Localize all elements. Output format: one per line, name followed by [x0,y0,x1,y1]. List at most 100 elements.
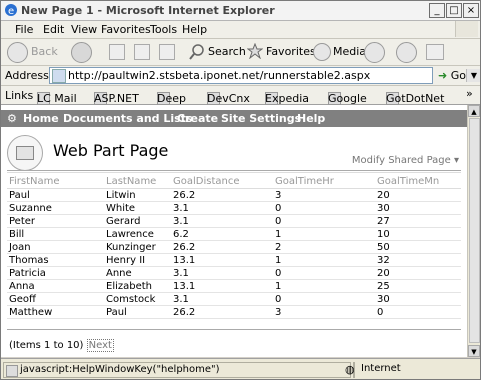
table-cell: 30 [377,293,390,305]
status-text-panel: javascript:HelpWindowKey("helphome") [3,362,351,378]
back-arrow-icon [7,42,28,63]
table-cell: 3.1 [173,202,189,214]
runners-table: FirstName LastName GoalDistance GoalTime… [7,175,461,319]
menu-bar: File Edit View Favorites Tools Help [1,21,480,39]
menu-tools[interactable]: Tools [150,23,177,36]
favorites-button[interactable]: Favorites [247,41,316,62]
minimize-button[interactable]: _ [429,3,445,18]
nav-help[interactable]: Help [297,112,325,125]
security-zone: Internet [361,363,401,374]
table-cell: 3.1 [173,293,189,305]
menu-edit[interactable]: Edit [43,23,64,36]
page-status-icon [6,365,18,377]
table-row: Thomas Henry II 13.1 1 32 [7,254,461,267]
table-cell: 0 [275,202,282,214]
column-header: GoalTimeMn [375,175,461,189]
table-cell: Comstock [106,293,156,305]
table-row: Anna Elizabeth 13.1 1 25 [7,280,461,293]
media-icon [313,43,331,61]
table-cell: Paul [9,189,30,201]
menu-favorites[interactable]: Favorites [101,23,151,36]
next-link[interactable]: Next [86,339,114,352]
address-bar: Address http://paultwin2.stsbeta.iponet.… [1,66,480,86]
history-icon[interactable] [364,42,385,63]
table-cell: 2 [275,241,282,253]
svg-text:e: e [8,6,14,17]
column-header: GoalDistance [171,175,273,189]
table-cell: 1 [275,228,282,240]
table-row: Paul Litwin 26.2 3 20 [7,189,461,202]
maximize-button[interactable]: □ [446,3,462,18]
scroll-up-icon[interactable]: ▲ [468,105,480,117]
search-button[interactable]: Search [189,41,246,62]
media-button[interactable]: Media [313,41,366,62]
table-cell: 10 [377,228,390,240]
menu-file[interactable]: File [15,23,33,36]
nav-home[interactable]: Home [23,112,59,125]
table-cell: Gerard [106,215,141,227]
ie-icon: e [5,4,17,17]
home-icon[interactable] [159,44,175,60]
close-button[interactable]: × [463,3,479,18]
chevron-down-icon: ▾ [453,155,459,166]
address-label: Address [5,69,49,82]
go-button[interactable]: ➜ Go [438,69,466,82]
modify-shared-page-menu[interactable]: Modify Shared Page ▾ [352,155,459,166]
table-cell: White [106,202,136,214]
scroll-thumb[interactable] [469,118,480,343]
back-button[interactable]: Back [7,41,67,63]
print-icon[interactable] [426,44,444,60]
table-row: Matthew Paul 26.2 3 0 [7,306,461,319]
table-cell: 1 [275,254,282,266]
sharepoint-logo-icon: ⚙ [7,112,17,125]
forward-button[interactable] [71,41,101,63]
table-row: Patricia Anne 3.1 0 20 [7,267,461,280]
links-overflow-icon[interactable]: » [466,87,473,100]
address-input[interactable]: http://paultwin2.stsbeta.iponet.net/runn… [49,67,480,84]
table-cell: Suzanne [9,202,52,214]
table-cell: 26.2 [173,189,196,201]
refresh-icon[interactable] [134,44,150,60]
table-cell: Paul [106,306,127,318]
menu-help[interactable]: Help [182,23,207,36]
web-part-page-icon [7,135,43,171]
browser-window: e New Page 1 - Microsoft Internet Explor… [0,0,481,380]
nav-create[interactable]: Create [177,112,218,125]
address-dropdown-icon[interactable]: ▼ [466,69,480,82]
window-title: New Page 1 - Microsoft Internet Explorer [21,4,275,17]
column-header: FirstName [7,175,104,189]
table-cell: 3 [275,189,282,201]
page-icon [52,69,66,83]
mail-icon[interactable] [396,42,417,63]
table-cell: 32 [377,254,390,266]
title-divider [7,170,461,171]
address-url: http://paultwin2.stsbeta.iponet.net/runn… [68,69,371,82]
scroll-down-icon[interactable]: ▼ [468,345,480,357]
table-cell: 26.2 [173,241,196,253]
status-bar: javascript:HelpWindowKey("helphome") ◍ I… [1,358,480,379]
forward-arrow-icon [71,42,92,63]
table-row: Joan Kunzinger 26.2 2 50 [7,241,461,254]
nav-documents-and-lists[interactable]: Documents and Lists [63,112,193,125]
table-cell: Henry II [106,254,146,266]
table-cell: 3.1 [173,215,189,227]
vertical-scrollbar[interactable]: ▲ ▼ [467,105,480,357]
table-cell: 0 [377,306,384,318]
links-bar: Links LC Mail ASP.NET Deep DevCnx Expedi… [1,86,480,105]
table-cell: 0 [275,215,282,227]
links-label: Links [5,89,34,102]
go-arrow-icon: ➜ [438,69,448,82]
table-cell: Matthew [9,306,53,318]
table-cell: Peter [9,215,36,227]
table-cell: 20 [377,189,390,201]
stop-icon[interactable] [109,44,125,60]
table-cell: Anne [106,267,132,279]
pager: (Items 1 to 10) Next [9,339,114,352]
table-cell: 3 [275,306,282,318]
pager-range: (Items 1 to 10) [9,340,84,351]
column-header: GoalTimeHr [273,175,375,189]
table-row: Bill Lawrence 6.2 1 10 [7,228,461,241]
star-icon [247,43,263,59]
menu-view[interactable]: View [71,23,97,36]
nav-site-settings[interactable]: Site Settings [221,112,301,125]
